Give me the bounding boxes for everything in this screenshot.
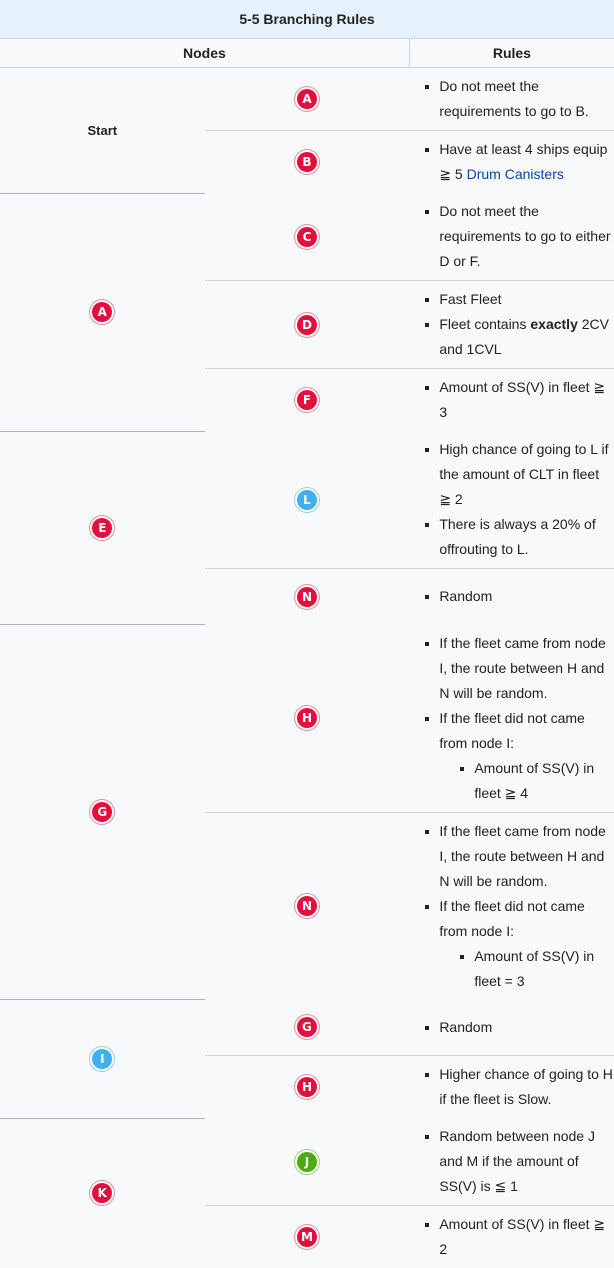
rule-item: Higher chance of going to H if the fleet…	[425, 1062, 614, 1112]
rule-item: Have at least 4 ships equip ≧ 5 Drum Can…	[425, 137, 614, 187]
node-badge-m: M	[296, 1227, 317, 1247]
nodes-column-header: Nodes	[0, 38, 410, 68]
node-badge-k: K	[92, 1183, 113, 1204]
rule-item: Random	[425, 584, 614, 609]
node-badge-a: A	[296, 89, 317, 109]
nested-rule-item: Amount of SS(V) in fleet = 3	[460, 944, 614, 994]
node-start: Start	[87, 122, 118, 138]
node-badge-d: D	[296, 314, 317, 335]
node-badge-g: G	[296, 1017, 317, 1038]
node-badge-j: J	[296, 1151, 317, 1172]
rule-item: Amount of SS(V) in fleet ≧ 2	[425, 1212, 614, 1262]
drum-canisters-link[interactable]: Drum Canisters	[467, 166, 564, 182]
rule-item: High chance of going to L if the amount …	[425, 437, 614, 512]
rule-item: There is always a 20% of offrouting to L…	[425, 512, 614, 562]
rule-item: Fleet contains exactly 2CV and 1CVL	[425, 312, 614, 362]
rule-item: Random	[425, 1015, 614, 1040]
rule-item: If the fleet came from node I, the route…	[425, 819, 614, 894]
node-badge-h: H	[296, 708, 317, 728]
node-badge-g: G	[92, 802, 113, 822]
table-title: 5-5 Branching Rules	[0, 0, 614, 39]
node-badge-n: N	[296, 896, 317, 916]
rule-item: Do not meet the requirements to go to B.	[425, 74, 614, 124]
node-badge-f: F	[296, 390, 317, 410]
rule-item: If the fleet did not came from node I: A…	[425, 706, 614, 806]
node-badge-l: L	[296, 489, 317, 510]
rule-item: Do not meet the requirements to go to ei…	[425, 199, 614, 274]
node-badge-c: C	[296, 226, 317, 247]
node-badge-e: E	[92, 517, 113, 538]
node-badge-i: I	[92, 1048, 113, 1069]
branching-rules-table: 5-5 Branching Rules Nodes Rules Start A …	[0, 0, 614, 1268]
node-badge-b: B	[296, 152, 317, 172]
rule-item: Fast Fleet	[425, 287, 614, 312]
nested-rule-item: Amount of SS(V) in fleet ≧ 4	[460, 756, 614, 806]
node-badge-a: A	[92, 302, 113, 322]
rule-item: Amount of SS(V) in fleet ≧ 3	[425, 375, 614, 425]
rule-item: If the fleet did not came from node I: A…	[425, 894, 614, 994]
rules-column-header: Rules	[409, 38, 614, 68]
node-badge-n: N	[296, 586, 317, 607]
rule-item: If the fleet came from node I, the route…	[425, 631, 614, 706]
rule-item: Random between node J and M if the amoun…	[425, 1124, 614, 1199]
node-badge-h: H	[296, 1077, 317, 1097]
